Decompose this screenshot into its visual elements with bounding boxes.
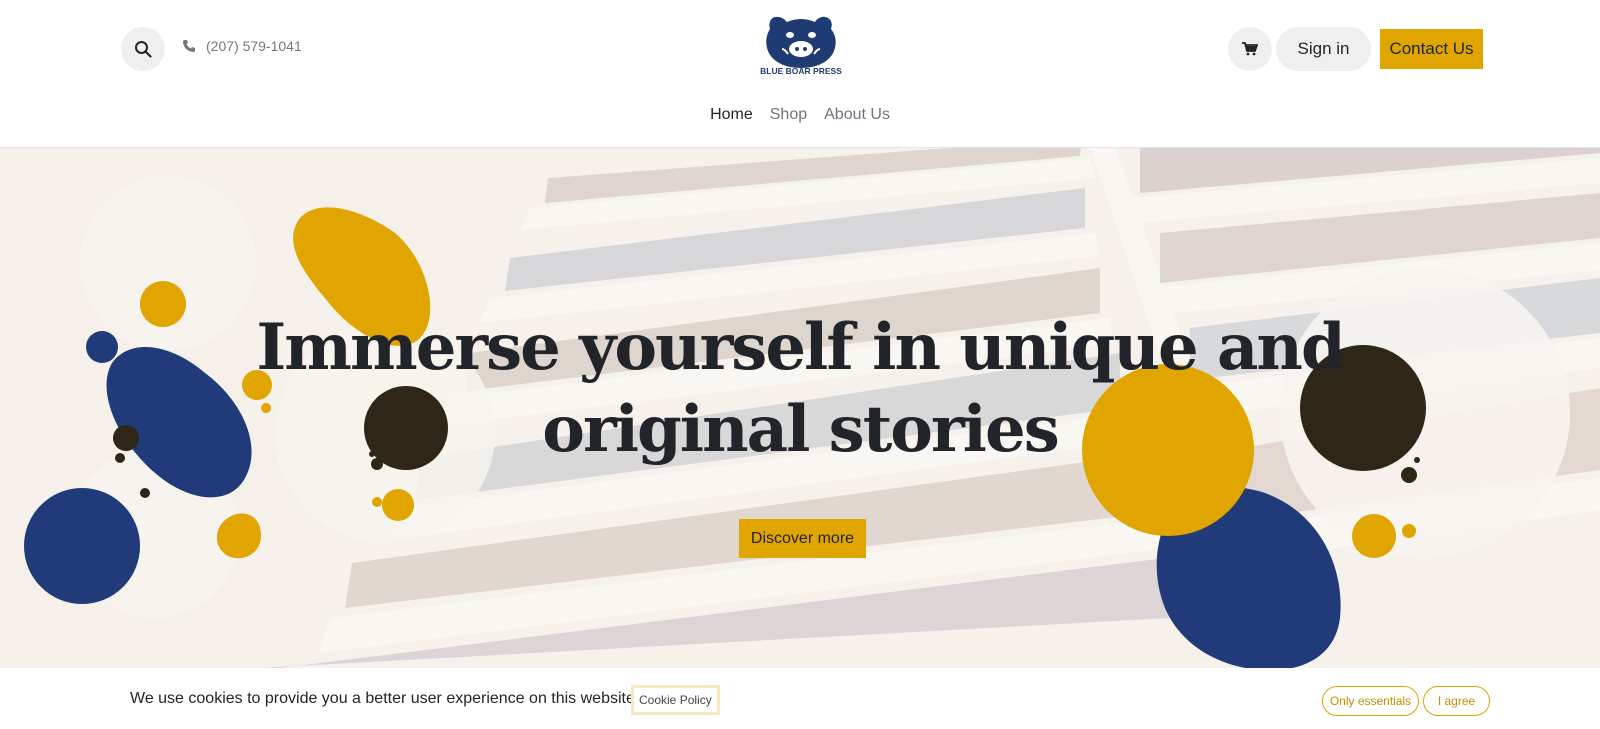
site-header: (207) 579-1041 BLUE BOAR PRESS Sign in C… [0,0,1600,148]
phone-icon [183,40,195,52]
signin-button[interactable]: Sign in [1276,27,1371,71]
logo-text: BLUE BOAR PRESS [760,66,842,76]
nav-item-about-us[interactable]: About Us [824,106,890,124]
nav-item-shop[interactable]: Shop [770,106,807,124]
cart-icon [1242,42,1258,56]
main-nav: Home Shop About Us [0,106,1600,124]
nav-item-home[interactable]: Home [710,106,753,124]
contact-us-button[interactable]: Contact Us [1380,29,1483,69]
agree-button[interactable]: I agree [1423,686,1490,716]
cookie-banner: We use cookies to provide you a better u… [0,668,1600,729]
blue-boar-press-logo[interactable]: BLUE BOAR PRESS [760,13,842,77]
hero-section: Immerse yourself in unique and original … [0,148,1600,668]
only-essentials-button[interactable]: Only essentials [1322,686,1419,716]
cookie-message: We use cookies to provide you a better u… [130,690,640,707]
discover-more-button[interactable]: Discover more [739,519,866,558]
hero-title: Immerse yourself in unique and original … [256,310,1345,467]
phone-number: (207) 579-1041 [206,38,302,54]
phone-link[interactable]: (207) 579-1041 [182,38,302,54]
search-icon [135,41,152,58]
cart-button[interactable] [1228,27,1272,71]
search-button[interactable] [121,27,165,71]
cookie-policy-link[interactable]: Cookie Policy [631,685,720,715]
